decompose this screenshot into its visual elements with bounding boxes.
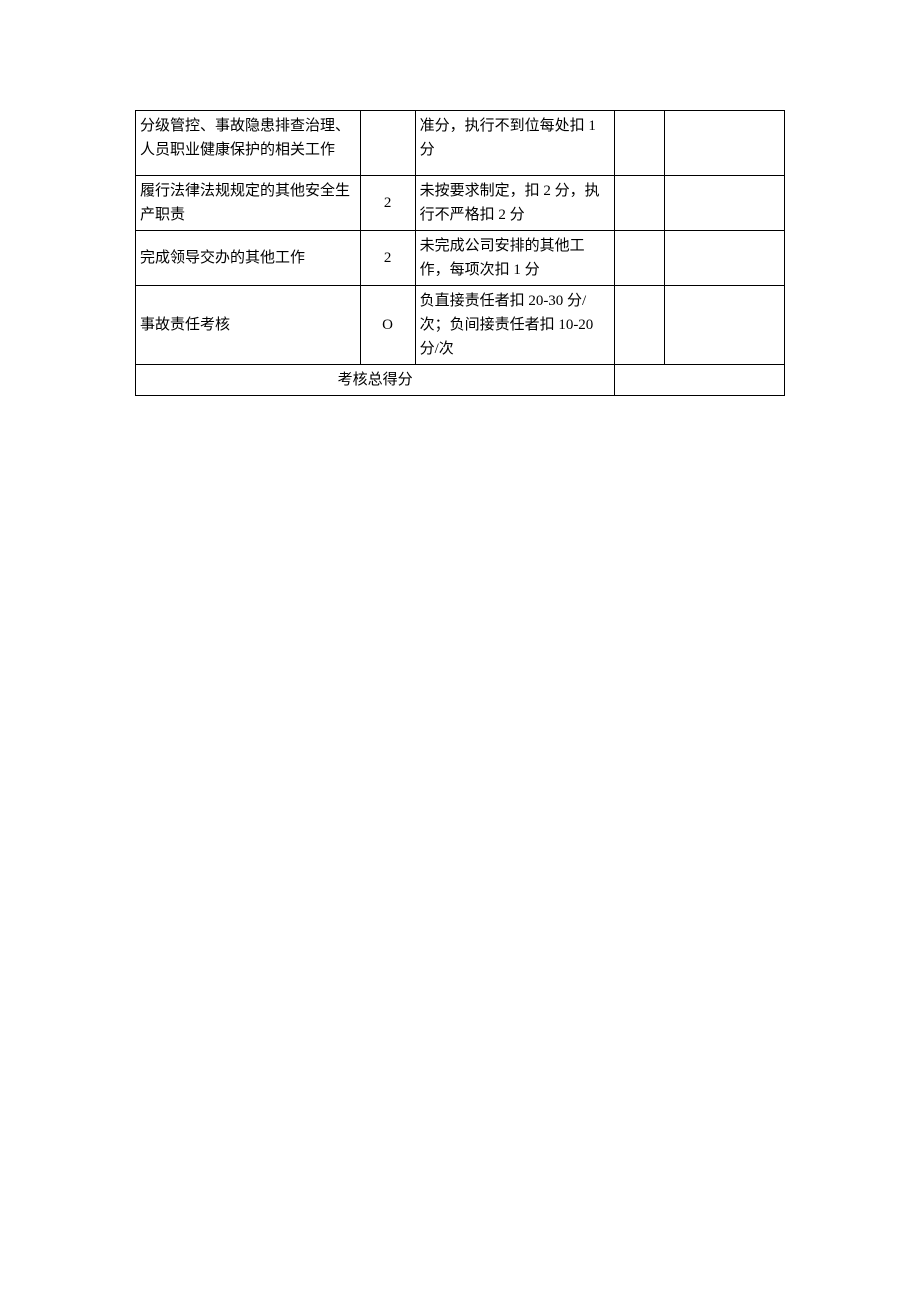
blank-cell bbox=[665, 286, 785, 365]
blank-cell bbox=[665, 176, 785, 231]
blank-cell bbox=[665, 111, 785, 176]
criteria-cell: 未完成公司安排的其他工作，每项次扣 1 分 bbox=[415, 231, 615, 286]
footer-label-cell: 考核总得分 bbox=[136, 365, 615, 396]
footer-blank-cell bbox=[615, 365, 785, 396]
table-footer-row: 考核总得分 bbox=[136, 365, 785, 396]
item-cell: 完成领导交办的其他工作 bbox=[136, 231, 361, 286]
table-row: 事故责任考核 O 负直接责任者扣 20-30 分/次；负间接责任者扣 10-20… bbox=[136, 286, 785, 365]
blank-cell bbox=[665, 231, 785, 286]
score-cell: O bbox=[360, 286, 415, 365]
table-row: 分级管控、事故隐患排查治理、人员职业健康保护的相关工作 准分，执行不到位每处扣 … bbox=[136, 111, 785, 176]
criteria-cell: 准分，执行不到位每处扣 1分 bbox=[415, 111, 615, 176]
criteria-cell: 未按要求制定，扣 2 分，执行不严格扣 2 分 bbox=[415, 176, 615, 231]
table-row: 完成领导交办的其他工作 2 未完成公司安排的其他工作，每项次扣 1 分 bbox=[136, 231, 785, 286]
criteria-cell: 负直接责任者扣 20-30 分/次；负间接责任者扣 10-20分/次 bbox=[415, 286, 615, 365]
item-cell: 事故责任考核 bbox=[136, 286, 361, 365]
score-cell bbox=[360, 111, 415, 176]
blank-cell bbox=[615, 286, 665, 365]
table-row: 履行法律法规规定的其他安全生产职责 2 未按要求制定，扣 2 分，执行不严格扣 … bbox=[136, 176, 785, 231]
score-cell: 2 bbox=[360, 176, 415, 231]
score-cell: 2 bbox=[360, 231, 415, 286]
assessment-table: 分级管控、事故隐患排查治理、人员职业健康保护的相关工作 准分，执行不到位每处扣 … bbox=[135, 110, 785, 396]
item-cell: 分级管控、事故隐患排查治理、人员职业健康保护的相关工作 bbox=[136, 111, 361, 176]
blank-cell bbox=[615, 111, 665, 176]
blank-cell bbox=[615, 176, 665, 231]
item-cell: 履行法律法规规定的其他安全生产职责 bbox=[136, 176, 361, 231]
blank-cell bbox=[615, 231, 665, 286]
